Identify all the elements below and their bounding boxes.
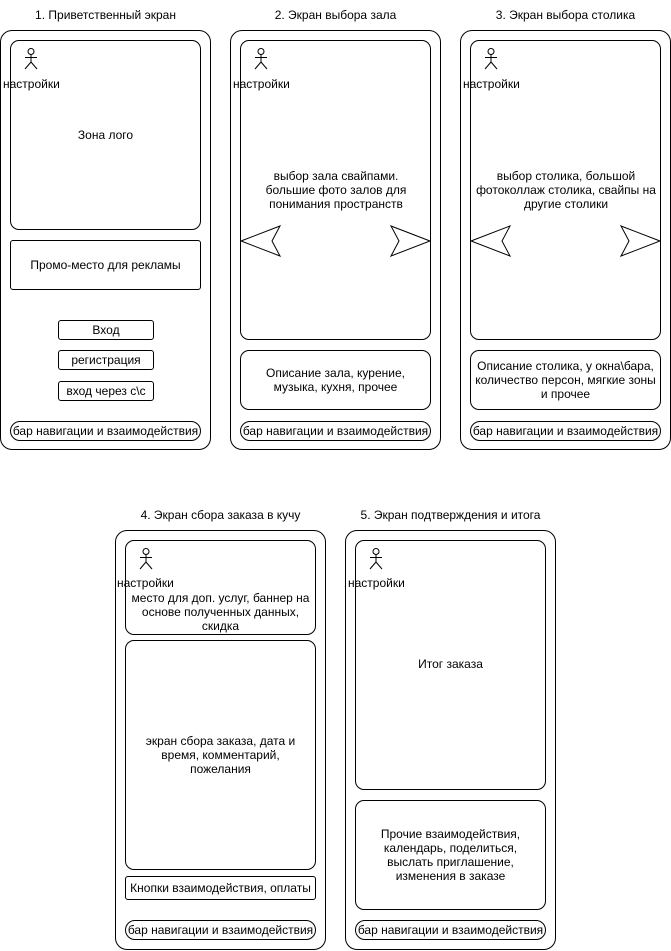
settings-label[interactable]: настройки bbox=[348, 576, 405, 590]
nav-bar[interactable]: бар навигации и взаимодействия bbox=[470, 421, 661, 441]
settings-actor-icon[interactable] bbox=[484, 48, 498, 70]
settings-label[interactable]: настройки bbox=[3, 77, 60, 91]
swipe-right-icon[interactable] bbox=[619, 225, 661, 257]
order-summary-text: Итог заказа bbox=[418, 657, 483, 671]
table-swipe-text: выбор столика, большой фотоколлаж столик… bbox=[476, 169, 656, 211]
social-login-button[interactable]: вход через с\с bbox=[58, 381, 154, 401]
settings-label[interactable]: настройки bbox=[117, 576, 174, 590]
table-description: Описание столика, у окна\бара, количеств… bbox=[470, 350, 661, 410]
swipe-right-icon[interactable] bbox=[389, 225, 431, 257]
login-button[interactable]: Вход bbox=[58, 320, 154, 340]
payment-buttons-zone[interactable]: Кнопки взаимодействия, оплаты bbox=[125, 876, 316, 900]
promo-zone: Промо-место для рекламы bbox=[10, 240, 201, 290]
logo-zone: Зона лого bbox=[10, 40, 201, 230]
nav-bar[interactable]: бар навигации и взаимодействия bbox=[10, 421, 201, 441]
settings-actor-icon[interactable] bbox=[24, 48, 38, 70]
screen-5-title: 5. Экран подтверждения и итога bbox=[360, 508, 541, 522]
screen-1-title: 1. Приветственный экран bbox=[35, 8, 176, 22]
screen-2-title: 2. Экран выбора зала bbox=[274, 8, 397, 22]
order-form-zone[interactable]: экран сбора заказа, дата и время, коммен… bbox=[125, 640, 316, 870]
settings-label[interactable]: настройки bbox=[463, 77, 520, 91]
register-button[interactable]: регистрация bbox=[58, 350, 154, 370]
hall-description: Описание зала, курение, музыка, кухня, п… bbox=[240, 350, 431, 410]
settings-actor-icon[interactable] bbox=[254, 48, 268, 70]
nav-bar[interactable]: бар навигации и взаимодействия bbox=[355, 920, 546, 940]
other-actions-zone[interactable]: Прочие взаимодействия, календарь, подели… bbox=[355, 800, 546, 910]
hall-swipe-text: выбор зала свайпами. большие фото залов … bbox=[265, 169, 407, 211]
settings-actor-icon[interactable] bbox=[369, 548, 383, 570]
nav-bar[interactable]: бар навигации и взаимодействия bbox=[240, 421, 431, 441]
settings-label[interactable]: настройки bbox=[233, 77, 290, 91]
swipe-left-icon[interactable] bbox=[470, 225, 512, 257]
nav-bar[interactable]: бар навигации и взаимодействия bbox=[125, 920, 316, 940]
screen-3-title: 3. Экран выбора столика bbox=[495, 8, 636, 22]
promo-banner-text: место для доп. услуг, баннер на основе п… bbox=[131, 591, 310, 633]
settings-actor-icon[interactable] bbox=[139, 548, 153, 570]
swipe-left-icon[interactable] bbox=[240, 225, 282, 257]
screen-4-title: 4. Экран сбора заказа в кучу bbox=[140, 508, 301, 522]
